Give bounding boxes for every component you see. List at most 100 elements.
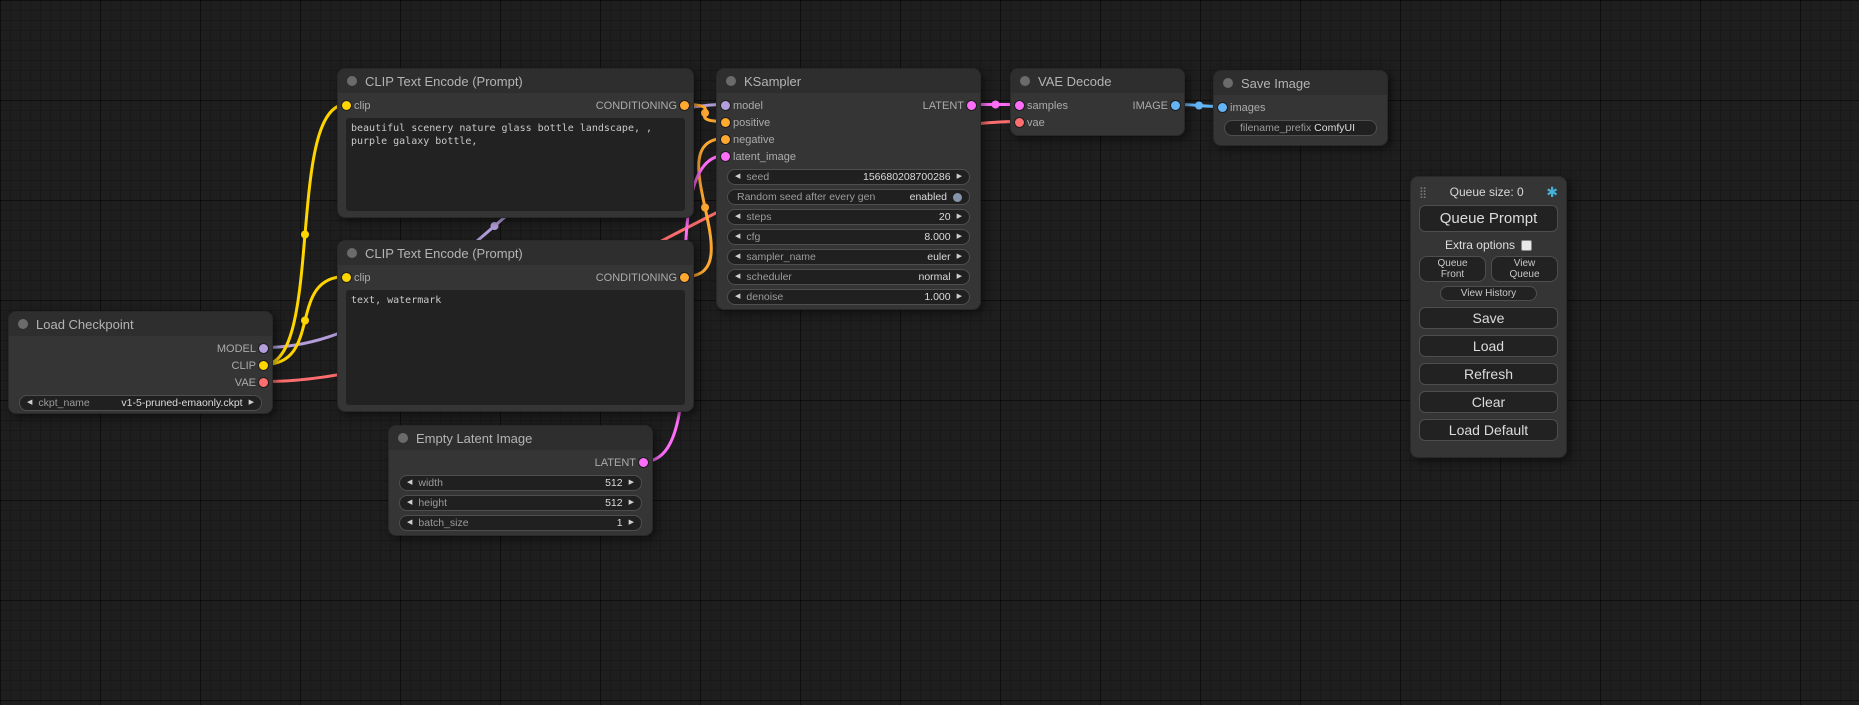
input-dot-clip[interactable]: [342, 273, 351, 282]
toggle-dot-icon[interactable]: [953, 193, 962, 202]
increment-arrow-icon[interactable]: ▶: [957, 229, 962, 245]
input-label: negative: [733, 134, 775, 146]
node-title-bar[interactable]: Load Checkpoint: [9, 312, 272, 336]
decrement-arrow-icon[interactable]: ◀: [735, 209, 740, 225]
collapse-dot-icon[interactable]: [18, 319, 28, 329]
seed-widget[interactable]: ◀ seed 156680208700286 ▶: [727, 169, 970, 185]
denoise-widget[interactable]: ◀ denoise 1.000 ▶: [727, 289, 970, 305]
wire-midpoint-dot: [301, 317, 309, 325]
decrement-arrow-icon[interactable]: ◀: [27, 395, 32, 411]
input-dot-images[interactable]: [1218, 103, 1227, 112]
increment-arrow-icon[interactable]: ▶: [629, 495, 634, 511]
collapse-dot-icon[interactable]: [1223, 78, 1233, 88]
node-clip-text-encode-positive[interactable]: CLIP Text Encode (Prompt) clip CONDITION…: [337, 68, 694, 218]
input-dot-negative[interactable]: [721, 135, 730, 144]
filename-prefix-widget[interactable]: filename_prefix ComfyUI: [1224, 120, 1377, 136]
collapse-dot-icon[interactable]: [1020, 76, 1030, 86]
increment-arrow-icon[interactable]: ▶: [957, 249, 962, 265]
increment-arrow-icon[interactable]: ▶: [957, 169, 962, 185]
node-vae-decode[interactable]: VAE Decode samples IMAGE vae: [1010, 68, 1185, 136]
decrement-arrow-icon[interactable]: ◀: [407, 475, 412, 491]
menu-header: ⣿ Queue size: 0 ✱: [1419, 183, 1558, 201]
ckpt-name-widget[interactable]: ◀ ckpt_name v1-5-pruned-emaonly.ckpt ▶: [19, 395, 262, 411]
collapse-dot-icon[interactable]: [347, 76, 357, 86]
node-empty-latent-image[interactable]: Empty Latent Image LATENT ◀ width 512 ▶ …: [388, 425, 653, 536]
load-default-button[interactable]: Load Default: [1419, 419, 1558, 441]
node-clip-text-encode-negative[interactable]: CLIP Text Encode (Prompt) clip CONDITION…: [337, 240, 694, 412]
height-widget[interactable]: ◀ height 512 ▶: [399, 495, 642, 511]
increment-arrow-icon[interactable]: ▶: [629, 515, 634, 531]
increment-arrow-icon[interactable]: ▶: [957, 269, 962, 285]
output-dot-model[interactable]: [259, 344, 268, 353]
node-title-bar[interactable]: Empty Latent Image: [389, 426, 652, 450]
input-dot-positive[interactable]: [721, 118, 730, 127]
increment-arrow-icon[interactable]: ▶: [249, 395, 254, 411]
output-dot-vae[interactable]: [259, 378, 268, 387]
steps-widget[interactable]: ◀ steps 20 ▶: [727, 209, 970, 225]
input-dot-clip[interactable]: [342, 101, 351, 110]
increment-arrow-icon[interactable]: ▶: [629, 475, 634, 491]
width-widget[interactable]: ◀ width 512 ▶: [399, 475, 642, 491]
node-title-bar[interactable]: VAE Decode: [1011, 69, 1184, 93]
widget-name: batch_size: [418, 517, 468, 529]
sampler-name-widget[interactable]: ◀ sampler_name euler ▶: [727, 249, 970, 265]
slot-row: clip CONDITIONING: [338, 97, 693, 114]
output-dot-clip[interactable]: [259, 361, 268, 370]
input-dot-latent-image[interactable]: [721, 152, 730, 161]
prompt-text-input[interactable]: text, watermark: [346, 290, 685, 405]
collapse-dot-icon[interactable]: [398, 433, 408, 443]
output-dot-latent[interactable]: [967, 101, 976, 110]
queue-front-button[interactable]: Queue Front: [1419, 256, 1486, 282]
node-ksampler[interactable]: KSampler model LATENT positive negative …: [716, 68, 981, 310]
widget-value: enabled: [910, 191, 947, 203]
node-title-bar[interactable]: KSampler: [717, 69, 980, 93]
node-save-image[interactable]: Save Image images filename_prefix ComfyU…: [1213, 70, 1388, 146]
node-graph-canvas[interactable]: Load Checkpoint MODEL CLIP VAE ◀ ckpt_na…: [0, 0, 1859, 705]
drag-handle-icon[interactable]: ⣿: [1419, 186, 1427, 199]
cfg-widget[interactable]: ◀ cfg 8.000 ▶: [727, 229, 970, 245]
decrement-arrow-icon[interactable]: ◀: [735, 289, 740, 305]
decrement-arrow-icon[interactable]: ◀: [735, 249, 740, 265]
view-queue-button[interactable]: View Queue: [1491, 256, 1558, 282]
decrement-arrow-icon[interactable]: ◀: [735, 169, 740, 185]
extra-options-checkbox[interactable]: [1521, 240, 1532, 251]
output-dot-latent[interactable]: [639, 458, 648, 467]
decrement-arrow-icon[interactable]: ◀: [407, 495, 412, 511]
output-dot-conditioning[interactable]: [680, 273, 689, 282]
collapse-dot-icon[interactable]: [726, 76, 736, 86]
widget-name: width: [418, 477, 443, 489]
input-dot-model[interactable]: [721, 101, 730, 110]
widget-value: ComfyUI: [1314, 122, 1355, 134]
view-history-button[interactable]: View History: [1440, 286, 1537, 301]
node-title-bar[interactable]: CLIP Text Encode (Prompt): [338, 241, 693, 265]
output-dot-conditioning[interactable]: [680, 101, 689, 110]
node-title-bar[interactable]: Save Image: [1214, 71, 1387, 95]
settings-gear-icon[interactable]: ✱: [1546, 184, 1558, 201]
refresh-button[interactable]: Refresh: [1419, 363, 1558, 385]
random-seed-toggle-widget[interactable]: Random seed after every gen enabled: [727, 189, 970, 205]
increment-arrow-icon[interactable]: ▶: [957, 209, 962, 225]
input-dot-vae[interactable]: [1015, 118, 1024, 127]
output-row-clip: CLIP: [9, 357, 272, 374]
load-button[interactable]: Load: [1419, 335, 1558, 357]
decrement-arrow-icon[interactable]: ◀: [407, 515, 412, 531]
input-dot-samples[interactable]: [1015, 101, 1024, 110]
node-load-checkpoint[interactable]: Load Checkpoint MODEL CLIP VAE ◀ ckpt_na…: [8, 311, 273, 414]
clear-button[interactable]: Clear: [1419, 391, 1558, 413]
input-label: samples: [1027, 100, 1068, 112]
collapse-dot-icon[interactable]: [347, 248, 357, 258]
node-title-bar[interactable]: CLIP Text Encode (Prompt): [338, 69, 693, 93]
wire-midpoint-dot: [301, 231, 309, 239]
prompt-text-input[interactable]: beautiful scenery nature glass bottle la…: [346, 118, 685, 211]
decrement-arrow-icon[interactable]: ◀: [735, 269, 740, 285]
output-label: CONDITIONING: [596, 272, 677, 284]
increment-arrow-icon[interactable]: ▶: [957, 289, 962, 305]
queue-prompt-button[interactable]: Queue Prompt: [1419, 205, 1558, 232]
batch-size-widget[interactable]: ◀ batch_size 1 ▶: [399, 515, 642, 531]
save-button[interactable]: Save: [1419, 307, 1558, 329]
output-dot-image[interactable]: [1171, 101, 1180, 110]
decrement-arrow-icon[interactable]: ◀: [735, 229, 740, 245]
input-label: clip: [354, 272, 371, 284]
widget-name: scheduler: [746, 271, 792, 283]
scheduler-widget[interactable]: ◀ scheduler normal ▶: [727, 269, 970, 285]
